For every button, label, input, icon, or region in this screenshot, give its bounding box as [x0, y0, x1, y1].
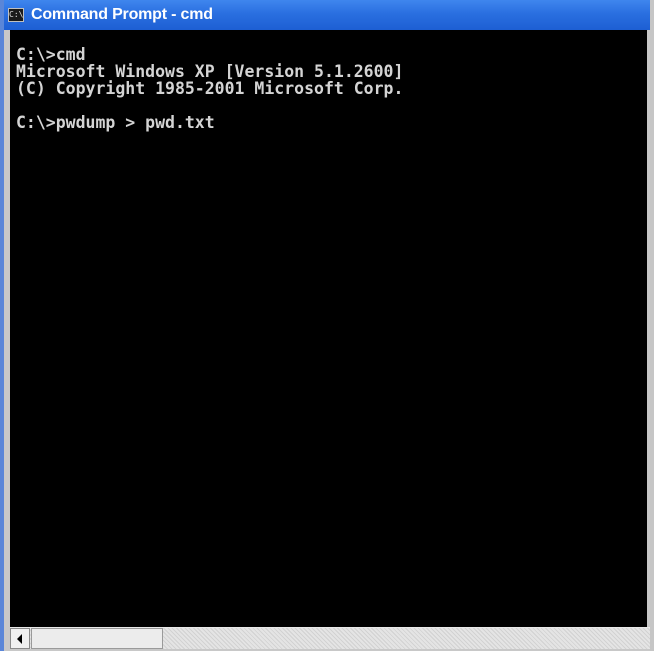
- console-output[interactable]: C:\>cmd Microsoft Windows XP [Version 5.…: [10, 30, 647, 627]
- cmd-app-icon[interactable]: C:\: [8, 8, 24, 22]
- command-prompt-window: C:\ Command Prompt - cmd C:\>cmd Microso…: [0, 0, 654, 651]
- title-bar[interactable]: C:\ Command Prompt - cmd: [4, 0, 650, 30]
- window-title: Command Prompt - cmd: [31, 6, 213, 23]
- scrollbar-thumb[interactable]: [31, 628, 163, 649]
- arrow-left-icon[interactable]: [10, 628, 30, 649]
- console-line: C:\>pwdump > pwd.txt: [16, 113, 215, 132]
- console-line: C:\>cmd: [16, 45, 86, 64]
- console-line: Microsoft Windows XP [Version 5.1.2600]: [16, 62, 404, 81]
- horizontal-scrollbar[interactable]: [10, 627, 650, 649]
- console-line: (C) Copyright 1985-2001 Microsoft Corp.: [16, 79, 404, 98]
